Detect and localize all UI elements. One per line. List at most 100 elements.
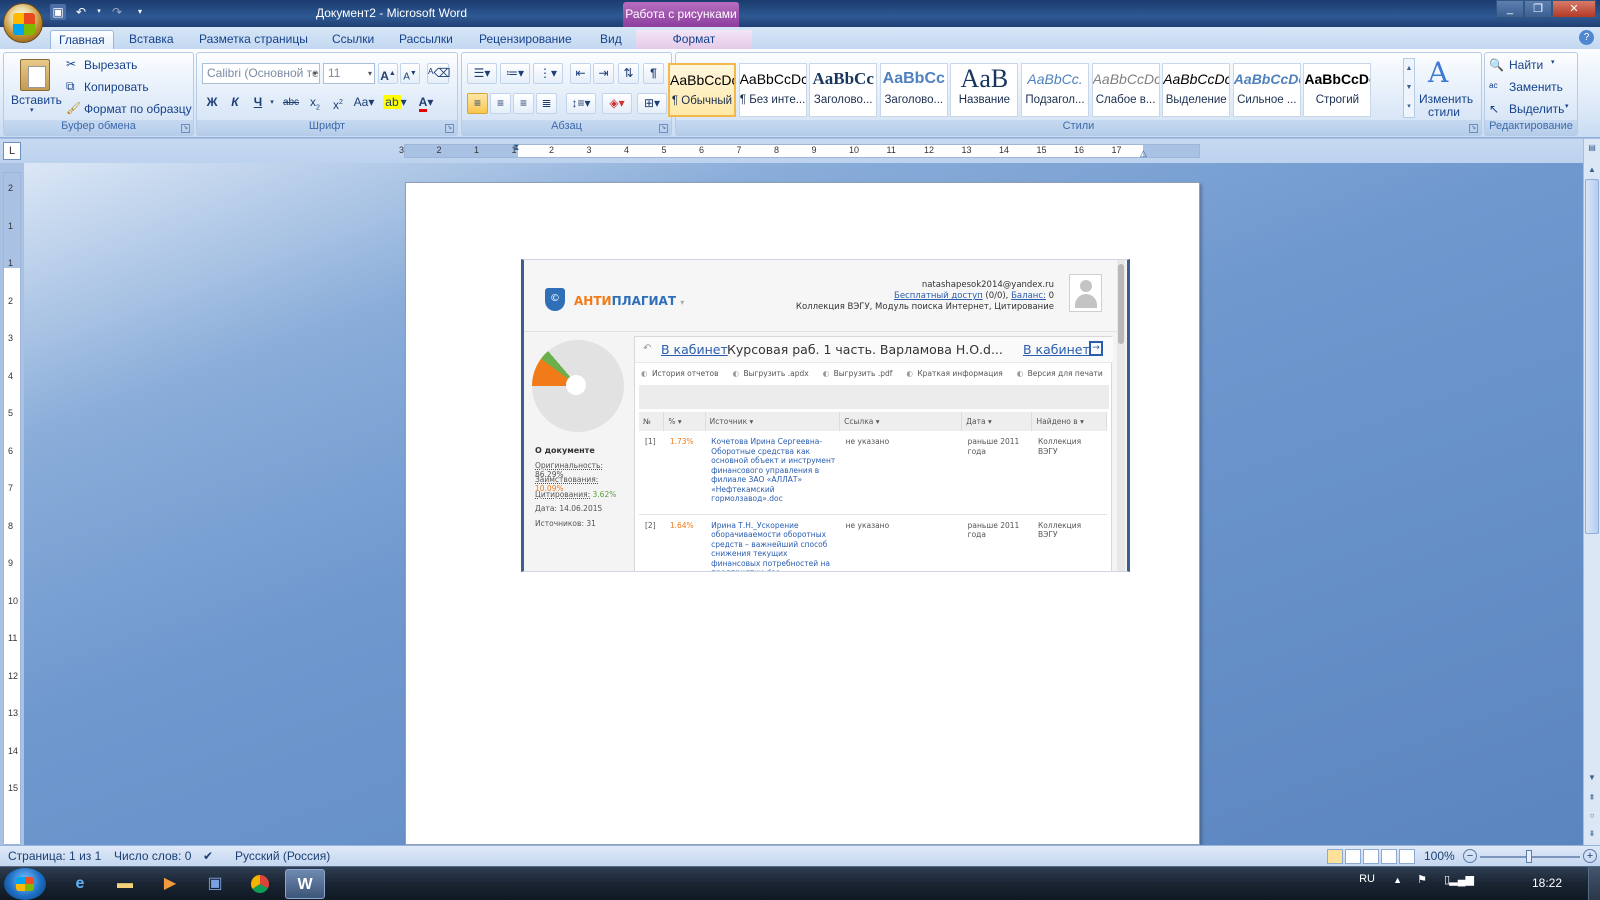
document-page[interactable]: © АНТИПЛАГИАТ ▾ natashapesok2014@yandex.… xyxy=(405,182,1200,845)
format-painter-button[interactable]: Формат по образцу xyxy=(84,102,192,116)
tab-selector-button[interactable]: L xyxy=(3,142,21,160)
scroll-down-icon[interactable]: ▼ xyxy=(1585,771,1599,785)
language-status[interactable]: Русский (Россия) xyxy=(235,849,330,863)
flag-icon[interactable]: ⚑ xyxy=(1417,873,1427,886)
font-color-icon[interactable]: A▾ xyxy=(413,93,439,114)
tab-references[interactable]: Ссылки xyxy=(326,30,380,49)
customize-qat-icon[interactable]: ▾ xyxy=(132,4,148,20)
find-dropdown-icon[interactable]: ▾ xyxy=(1551,58,1555,66)
font-size-combo[interactable]: 11 ▾ xyxy=(323,63,375,84)
network-icon[interactable]: ▂▄▆ xyxy=(1449,873,1474,886)
tab-page-layout[interactable]: Разметка страницы xyxy=(193,30,314,49)
style-tile[interactable]: AaBbCcDc ¶ Обычный xyxy=(668,63,736,117)
clock[interactable]: 18:22 xyxy=(1532,876,1562,890)
paste-icon[interactable] xyxy=(20,59,50,91)
language-indicator[interactable]: RU xyxy=(1359,873,1375,885)
style-tile[interactable]: AaBbCcDc ¶ Без инте... xyxy=(738,63,807,117)
find-button[interactable]: Найти xyxy=(1509,58,1543,72)
embedded-picture[interactable]: © АНТИПЛАГИАТ ▾ natashapesok2014@yandex.… xyxy=(521,259,1130,572)
copy-button[interactable]: Копировать xyxy=(84,80,149,94)
bullets-icon[interactable]: ☰▾ xyxy=(467,63,497,84)
font-launcher-icon[interactable]: ↘ xyxy=(445,124,454,133)
full-screen-view-icon[interactable] xyxy=(1345,849,1361,864)
superscript-button[interactable]: x2 xyxy=(328,93,348,114)
clear-formatting-button[interactable]: ᴬ⌫ xyxy=(427,63,450,84)
shading-icon[interactable]: ◈▾ xyxy=(602,93,632,114)
style-tile[interactable]: AaBbCcDc Строгий xyxy=(1303,63,1372,117)
table-header-cell[interactable]: % ▾ xyxy=(663,412,706,431)
help-icon[interactable]: ? xyxy=(1579,30,1594,45)
web-layout-view-icon[interactable] xyxy=(1363,849,1379,864)
table-row[interactable]: [2] 1.64% Ирина Т.Н._Ускорение оборачиваем… xyxy=(639,514,1107,571)
vertical-ruler[interactable]: 2 1 1 2 3 4 5 6 7 8 9 10 11 12 13 14 15 xyxy=(3,172,21,845)
multilevel-list-icon[interactable]: ⋮▾ xyxy=(533,63,563,84)
page-count-status[interactable]: Страница: 1 из 1 xyxy=(8,849,101,863)
print-layout-view-icon[interactable] xyxy=(1327,849,1343,864)
zoom-level[interactable]: 100% xyxy=(1424,849,1455,863)
explorer-icon[interactable]: ▬ xyxy=(105,869,145,899)
paste-button[interactable]: Вставить xyxy=(11,93,62,107)
select-button[interactable]: Выделить xyxy=(1509,102,1564,116)
paragraph-launcher-icon[interactable]: ↘ xyxy=(659,124,668,133)
paste-dropdown-icon[interactable]: ▾ xyxy=(30,106,34,114)
free-access-link[interactable]: Бесплатный доступ xyxy=(894,291,983,301)
subscript-button[interactable]: x2 xyxy=(305,93,325,114)
word-taskbar-icon[interactable]: W xyxy=(285,869,325,899)
style-tile[interactable]: AaBbCcDc Выделение xyxy=(1162,63,1231,117)
line-spacing-icon[interactable]: ↕≡▾ xyxy=(566,93,596,114)
decrease-indent-icon[interactable]: ⇤ xyxy=(570,63,591,84)
undo-dropdown-icon[interactable]: ▾ xyxy=(96,4,102,20)
style-tile[interactable]: AaBbCcDc Сильное ... xyxy=(1232,63,1301,117)
show-desktop-button[interactable] xyxy=(1588,867,1600,900)
report-tool-link[interactable]: ◐ Краткая информация xyxy=(906,369,1002,378)
report-tool-link[interactable]: ◐ Выгрузить .pdf xyxy=(823,369,893,378)
styles-launcher-icon[interactable]: ↘ xyxy=(1469,124,1478,133)
tab-view[interactable]: Вид xyxy=(594,30,628,49)
indent-marker-icon[interactable]: ⧗ xyxy=(513,142,519,153)
increase-indent-icon[interactable]: ⇥ xyxy=(593,63,614,84)
save-icon[interactable]: ▣ xyxy=(50,4,66,20)
shrink-font-button[interactable]: A▼ xyxy=(400,63,420,84)
browse-object-icon[interactable]: ○ xyxy=(1585,809,1599,823)
start-button[interactable] xyxy=(4,868,46,900)
select-dropdown-icon[interactable]: ▾ xyxy=(1565,102,1569,110)
italic-button[interactable]: К xyxy=(225,93,245,114)
minimize-button[interactable]: _ xyxy=(1496,0,1524,18)
tab-mailings[interactable]: Рассылки xyxy=(393,30,459,49)
change-styles-button[interactable]: Изменить стили xyxy=(1419,93,1473,119)
word-count-status[interactable]: Число слов: 0 xyxy=(114,849,191,863)
zoom-slider-thumb[interactable] xyxy=(1526,850,1532,863)
zoom-slider[interactable] xyxy=(1480,850,1580,863)
ruler-toggle-icon[interactable]: ▤ xyxy=(1585,141,1599,155)
table-cell-source[interactable]: Ирина Т.Н._Ускорение оборачиваемости обо… xyxy=(705,514,840,571)
save-app-icon[interactable]: ▣ xyxy=(195,869,235,899)
report-tool-link[interactable]: ◐ Выгрузить .apdx xyxy=(733,369,809,378)
horizontal-ruler[interactable]: 3 2 1 1 2 3 4 5 6 7 8 9 10 11 12 13 14 15 16 17 ⧗ △ xyxy=(399,142,1200,158)
table-header-cell[interactable]: № xyxy=(639,412,665,431)
close-button[interactable]: ✕ xyxy=(1552,0,1596,18)
style-tile[interactable]: AaB Название xyxy=(950,63,1019,117)
proofing-icon[interactable]: ✔ xyxy=(203,849,213,863)
table-header-cell[interactable]: Ссылка ▾ xyxy=(839,412,963,431)
balance-link[interactable]: Баланс: xyxy=(1011,291,1046,301)
underline-dropdown-icon[interactable]: ▾ xyxy=(268,93,276,114)
prev-page-icon[interactable]: ⇞ xyxy=(1585,791,1599,805)
tab-format[interactable]: Формат xyxy=(636,30,752,49)
table-header-cell[interactable]: Дата ▾ xyxy=(961,412,1033,431)
report-tool-link[interactable]: ◐ История отчетов xyxy=(641,369,719,378)
strikethrough-button[interactable]: abc xyxy=(280,93,302,114)
undo-icon[interactable]: ↶ xyxy=(73,4,89,20)
numbering-icon[interactable]: ≔▾ xyxy=(500,63,530,84)
sort-icon[interactable]: ⇅ xyxy=(618,63,639,84)
bold-button[interactable]: Ж xyxy=(202,93,222,114)
maximize-button[interactable]: ❐ xyxy=(1524,0,1552,18)
outline-view-icon[interactable] xyxy=(1381,849,1397,864)
show-marks-icon[interactable]: ¶ xyxy=(643,63,664,84)
underline-button[interactable]: Ч xyxy=(248,93,268,114)
justify-icon[interactable]: ≣ xyxy=(536,93,557,114)
tab-insert[interactable]: Вставка xyxy=(123,30,180,49)
chrome-icon[interactable] xyxy=(240,869,280,899)
media-player-icon[interactable]: ▶ xyxy=(150,869,190,899)
scroll-up-icon[interactable]: ▲ xyxy=(1585,163,1599,177)
tab-home[interactable]: Главная xyxy=(50,30,114,49)
